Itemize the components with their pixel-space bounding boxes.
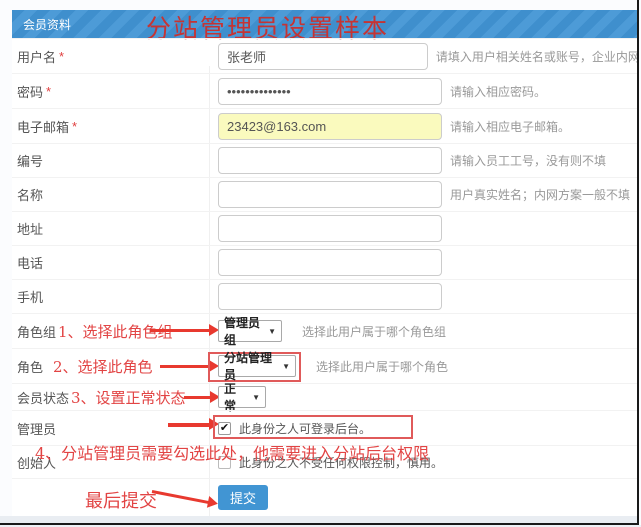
row-address: 地址 bbox=[12, 211, 637, 245]
row-password: 密码* 请输入相应密码。 bbox=[12, 73, 637, 108]
role-label: 角色 bbox=[17, 357, 43, 376]
annotation-arrow-step4 bbox=[168, 423, 210, 427]
admin-login-checkbox[interactable]: ✔ bbox=[218, 422, 231, 435]
required-asterisk: * bbox=[46, 84, 51, 99]
role-select[interactable]: 分站管理员 ▼ bbox=[218, 355, 296, 377]
email-hint: 请输入相应电子邮箱。 bbox=[450, 118, 570, 135]
phone-input[interactable] bbox=[218, 249, 442, 276]
panel-header: 会员资料 分站管理员设置样本 bbox=[12, 10, 637, 38]
row-mobile: 手机 bbox=[12, 279, 637, 313]
window-border-right bbox=[637, 0, 639, 525]
password-hint: 请输入相应密码。 bbox=[450, 83, 546, 100]
annotation-arrow-step2 bbox=[160, 365, 210, 368]
required-asterisk: * bbox=[59, 49, 64, 64]
row-role-group: 角色组 1、选择此角色组 管理员组 ▼ 选择此用户属于哪个角色组 bbox=[12, 313, 637, 348]
admin-login-checkbox-label: 此身份之人可登录后台。 bbox=[239, 420, 371, 437]
real-name-hint: 用户真实姓名；内网方案一般不填 bbox=[450, 186, 630, 203]
employee-number-label: 编号 bbox=[17, 151, 43, 170]
username-label: 用户名 bbox=[17, 47, 56, 66]
row-phone: 电话 bbox=[12, 245, 637, 279]
real-name-input[interactable] bbox=[218, 181, 442, 208]
chevron-down-icon: ▼ bbox=[252, 393, 260, 402]
window: 会员资料 分站管理员设置样本 用户名* 请填入用户相关姓名或账号，企业内网方 密… bbox=[0, 0, 641, 527]
footer-band bbox=[0, 516, 637, 523]
annotation-arrow-step1 bbox=[150, 329, 210, 332]
window-border-bottom bbox=[0, 523, 639, 525]
mobile-input[interactable] bbox=[218, 283, 442, 310]
email-input[interactable] bbox=[218, 113, 442, 140]
employee-number-hint: 请输入员工工号，没有则不填 bbox=[450, 152, 606, 169]
password-input[interactable] bbox=[218, 78, 442, 105]
chevron-down-icon: ▼ bbox=[282, 362, 290, 371]
member-status-label: 会员状态 bbox=[17, 388, 69, 407]
row-role: 角色 2、选择此角色 分站管理员 ▼ 选择此用户属于哪个角色 bbox=[12, 348, 637, 383]
email-label: 电子邮箱 bbox=[17, 117, 69, 136]
row-username: 用户名* 请填入用户相关姓名或账号，企业内网方 bbox=[12, 38, 637, 73]
employee-number-input[interactable] bbox=[218, 147, 442, 174]
administrator-label: 管理员 bbox=[17, 419, 56, 438]
address-label: 地址 bbox=[17, 219, 43, 238]
submit-button[interactable]: 提交 bbox=[218, 485, 268, 510]
password-label: 密码 bbox=[17, 82, 43, 101]
member-info-panel: 会员资料 分站管理员设置样本 用户名* 请填入用户相关姓名或账号，企业内网方 密… bbox=[12, 10, 637, 516]
row-member-status: 会员状态 3、设置正常状态 正常 ▼ bbox=[12, 383, 637, 410]
mobile-label: 手机 bbox=[17, 287, 43, 306]
role-group-hint: 选择此用户属于哪个角色组 bbox=[302, 323, 446, 340]
role-group-label: 角色组 bbox=[17, 322, 56, 341]
role-group-select[interactable]: 管理员组 ▼ bbox=[218, 320, 282, 342]
annotation-final-text: 最后提交 bbox=[85, 487, 157, 513]
username-hint: 请填入用户相关姓名或账号，企业内网方 bbox=[436, 48, 637, 65]
phone-label: 电话 bbox=[17, 253, 43, 272]
annotation-step3: 3、设置正常状态 bbox=[71, 387, 186, 408]
chevron-down-icon: ▼ bbox=[268, 327, 276, 336]
annotation-step2: 2、选择此角色 bbox=[53, 356, 153, 377]
row-real-name: 名称 用户真实姓名；内网方案一般不填 bbox=[12, 177, 637, 211]
row-email: 电子邮箱* 请输入相应电子邮箱。 bbox=[12, 108, 637, 143]
annotation-step4-text: 4、分站管理员需要勾选此处，他需要进入分站后台权限 bbox=[35, 440, 429, 464]
panel-title: 会员资料 bbox=[23, 16, 71, 33]
address-input[interactable] bbox=[218, 215, 442, 242]
real-name-label: 名称 bbox=[17, 185, 43, 204]
row-employee-number: 编号 请输入员工工号，没有则不填 bbox=[12, 143, 637, 177]
member-status-select[interactable]: 正常 ▼ bbox=[218, 386, 266, 408]
annotation-arrow-step3 bbox=[184, 396, 211, 399]
required-asterisk: * bbox=[72, 119, 77, 134]
username-input[interactable] bbox=[218, 43, 428, 70]
role-hint: 选择此用户属于哪个角色 bbox=[316, 358, 448, 375]
